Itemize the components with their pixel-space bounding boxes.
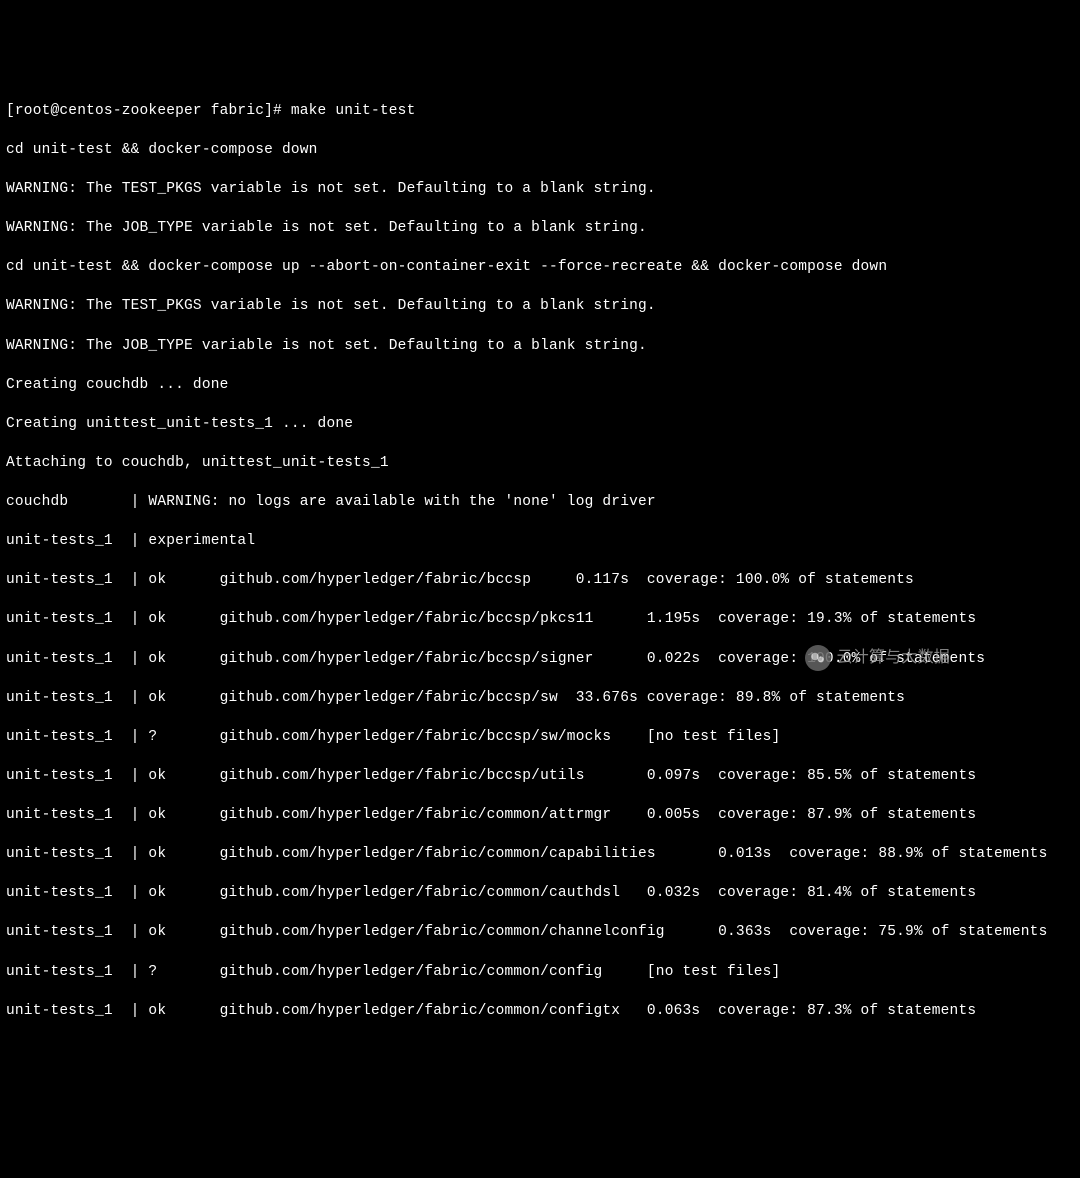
output-line: Attaching to couchdb, unittest_unit-test… [6,454,1074,474]
output-line: unit-tests_1 | ok github.com/hyperledger… [6,923,1074,943]
output-line: unit-tests_1 | ok github.com/hyperledger… [6,650,1074,670]
output-line: cd unit-test && docker-compose up --abor… [6,258,1074,278]
output-line: unit-tests_1 | ok github.com/hyperledger… [6,610,1074,630]
output-line: couchdb | WARNING: no logs are available… [6,493,1074,513]
output-line: unit-tests_1 | ok github.com/hyperledger… [6,1002,1074,1022]
output-line: unit-tests_1 | ok github.com/hyperledger… [6,845,1074,865]
output-line: WARNING: The TEST_PKGS variable is not s… [6,180,1074,200]
output-line: unit-tests_1 | ok github.com/hyperledger… [6,767,1074,787]
output-line: unit-tests_1 | ? github.com/hyperledger/… [6,728,1074,748]
output-line: unit-tests_1 | ok github.com/hyperledger… [6,689,1074,709]
output-line: unit-tests_1 | ok github.com/hyperledger… [6,884,1074,904]
output-line: WARNING: The JOB_TYPE variable is not se… [6,219,1074,239]
output-line: unit-tests_1 | ok github.com/hyperledger… [6,806,1074,826]
output-line: Creating unittest_unit-tests_1 ... done [6,415,1074,435]
output-line: Creating couchdb ... done [6,376,1074,396]
terminal-output[interactable]: [root@centos-zookeeper fabric]# make uni… [6,82,1074,1041]
output-line: unit-tests_1 | ? github.com/hyperledger/… [6,963,1074,983]
output-line: WARNING: The TEST_PKGS variable is not s… [6,297,1074,317]
output-line: WARNING: The JOB_TYPE variable is not se… [6,337,1074,357]
prompt-line: [root@centos-zookeeper fabric]# make uni… [6,102,1074,122]
output-line: unit-tests_1 | experimental [6,532,1074,552]
output-line: cd unit-test && docker-compose down [6,141,1074,161]
output-line: unit-tests_1 | ok github.com/hyperledger… [6,571,1074,591]
